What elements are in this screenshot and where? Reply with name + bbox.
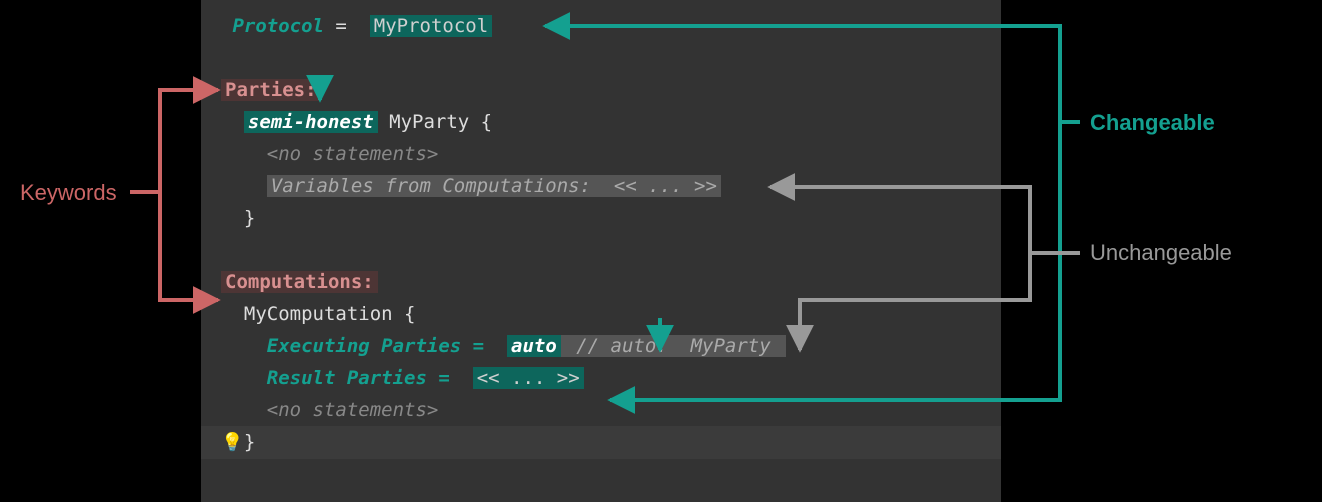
code-editor: Protocol = MyProtocol Parties: semi-hone…: [201, 0, 1001, 502]
no-statements-2: <no statements>: [267, 399, 439, 421]
no-statements-1: <no statements>: [267, 143, 439, 165]
equals: =: [324, 15, 358, 37]
mycomputation-decl: MyComputation {: [244, 303, 416, 325]
changeable-label: Changeable: [1090, 110, 1215, 136]
close-brace-1: }: [244, 207, 255, 229]
protocol-keyword: Protocol: [232, 15, 324, 37]
protocol-value: MyProtocol: [370, 15, 492, 37]
unchangeable-label: Unchangeable: [1090, 240, 1232, 266]
executing-parties: Executing Parties =: [267, 335, 496, 357]
semi-honest: semi-honest: [244, 111, 378, 133]
result-parties: Result Parties =: [267, 367, 461, 389]
result-value: << ... >>: [473, 367, 584, 389]
auto-comment: // auto: MyParty: [561, 335, 786, 357]
computations-keyword: Computations:: [221, 271, 378, 293]
myparty-decl: MyParty {: [378, 111, 492, 133]
parties-keyword: Parties:: [221, 79, 321, 101]
auto-value: auto: [507, 335, 561, 357]
close-brace-2: }: [244, 431, 255, 453]
keywords-label: Keywords: [20, 180, 117, 206]
vars-from-comp: Variables from Computations: << ... >>: [267, 175, 721, 197]
